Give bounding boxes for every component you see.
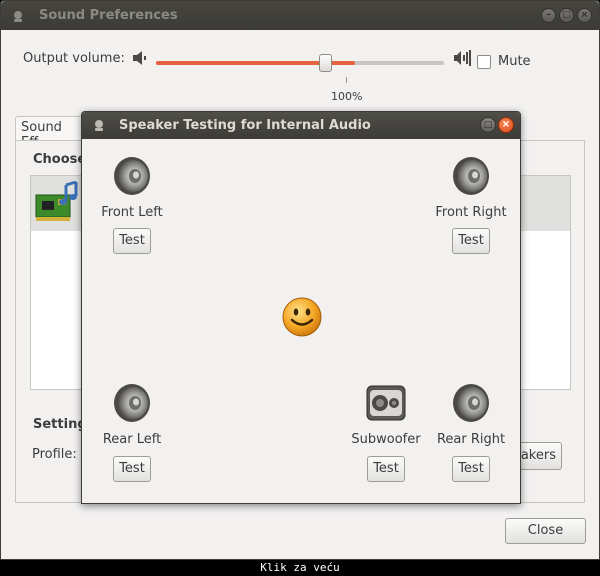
test-front-left-button[interactable]: Test <box>113 228 151 254</box>
output-volume-label: Output volume: <box>23 51 125 66</box>
test-rear-right-button[interactable]: Test <box>452 456 490 482</box>
speaker-icon <box>451 382 491 424</box>
volume-low-icon[interactable] <box>131 49 149 67</box>
volume-high-icon[interactable] <box>453 49 471 67</box>
sound-preferences-window: Sound Preferences – □ × Output volume: 1… <box>0 0 600 560</box>
test-front-right-button[interactable]: Test <box>452 228 490 254</box>
maximize-icon[interactable]: □ <box>559 8 574 23</box>
dialog-title: Speaker Testing for Internal Audio <box>119 118 371 133</box>
tab-sound-effects[interactable]: Sound Eff <box>15 116 85 150</box>
profile-label: Profile: <box>32 447 77 462</box>
image-caption: Klik za veću <box>0 560 600 576</box>
speaker-testing-dialog: Speaker Testing for Internal Audio □ × F… <box>81 111 521 504</box>
speaker-icon <box>451 155 491 197</box>
window-title: Sound Preferences <box>39 8 178 23</box>
close-button[interactable]: Close <box>505 518 586 544</box>
volume-slider-handle[interactable] <box>319 54 332 72</box>
settings-heading: Setting <box>33 417 87 432</box>
speaker-icon <box>112 155 152 197</box>
minimize-icon[interactable]: – <box>541 8 556 23</box>
subwoofer-icon <box>366 385 406 421</box>
sound-card-icon <box>35 181 78 221</box>
dialog-close-icon[interactable]: × <box>498 117 514 133</box>
window-titlebar[interactable]: Sound Preferences – □ × <box>1 1 599 30</box>
channel-label-front-left: Front Left <box>101 205 163 220</box>
dialog-titlebar[interactable]: Speaker Testing for Internal Audio □ × <box>82 112 520 139</box>
channel-label-rear-left: Rear Left <box>102 432 162 447</box>
choose-device-heading: Choose <box>33 152 87 167</box>
smiley-face-icon <box>282 297 322 337</box>
volume-100-tick <box>346 77 347 83</box>
test-subwoofer-button[interactable]: Test <box>367 456 405 482</box>
speaker-icon <box>112 382 152 424</box>
volume-100-label: 100% <box>331 90 363 103</box>
test-rear-left-button[interactable]: Test <box>113 456 151 482</box>
channel-label-front-right: Front Right <box>435 205 507 220</box>
channel-label-rear-right: Rear Right <box>436 432 506 447</box>
dialog-app-icon <box>95 120 103 131</box>
close-icon[interactable]: × <box>577 8 592 23</box>
mute-checkbox[interactable] <box>477 55 491 69</box>
volume-slider[interactable] <box>156 61 444 65</box>
dialog-maximize-icon[interactable]: □ <box>480 117 496 133</box>
mute-label[interactable]: Mute <box>498 54 531 69</box>
speaker-app-icon <box>14 11 22 22</box>
